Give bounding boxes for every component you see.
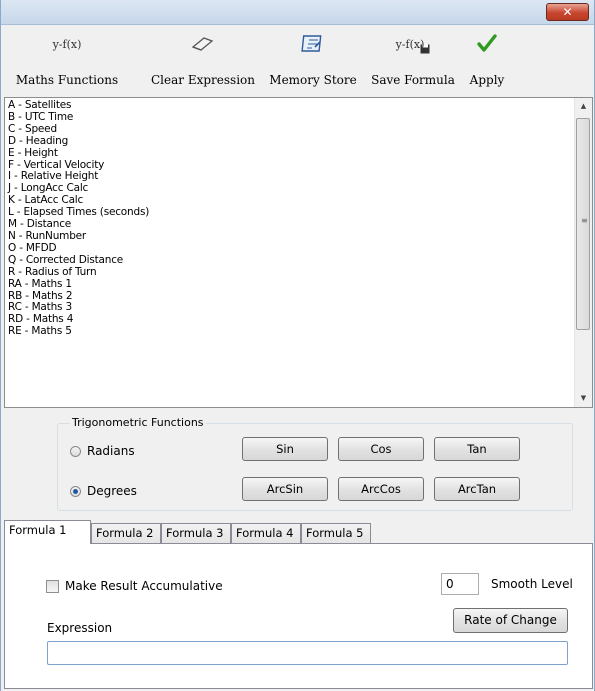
tab-formula-1[interactable]: Formula 1 (4, 520, 91, 544)
list-item[interactable]: C - Speed (8, 123, 149, 136)
tab-formula-5[interactable]: Formula 5 (301, 523, 371, 543)
smooth-level-label: Smooth Level (491, 577, 573, 591)
cos-button[interactable]: Cos (338, 437, 424, 461)
channel-list-items: A - Satellites B - UTC Time C - Speed D - H… (8, 99, 149, 338)
scroll-up-arrow-icon[interactable]: ▲ (575, 98, 592, 115)
scroll-thumb[interactable]: ≡ (576, 118, 590, 330)
clear-expression-label: Clear Expression (151, 73, 255, 87)
radians-label: Radians (87, 444, 135, 458)
save-formula-button[interactable]: y-f(x) Save Formula (367, 30, 459, 94)
smooth-level-input[interactable]: 0 (441, 573, 479, 595)
arcsin-button[interactable]: ArcSin (242, 477, 328, 501)
formula-tabs: Formula 1 Formula 2 Formula 3 Formula 4 … (1, 519, 594, 544)
close-icon: ✕ (562, 5, 573, 19)
expression-label: Expression (47, 621, 113, 635)
maths-functions-label: Maths Functions (15, 73, 119, 87)
fx-icon: y-f(x) (52, 37, 82, 51)
close-button[interactable]: ✕ (546, 3, 589, 21)
list-item[interactable]: E - Height (8, 147, 149, 160)
scroll-down-arrow-icon[interactable]: ▼ (575, 390, 592, 407)
tab-formula-3[interactable]: Formula 3 (161, 523, 231, 543)
tan-button[interactable]: Tan (434, 437, 520, 461)
sin-button[interactable]: Sin (242, 437, 328, 461)
list-item[interactable]: R - Radius of Turn (8, 266, 149, 279)
memory-store-label: Memory Store (269, 73, 357, 87)
degrees-option[interactable]: Degrees (70, 484, 137, 498)
channel-list[interactable]: A - Satellites B - UTC Time C - Speed D - H… (4, 97, 593, 408)
expression-input[interactable] (47, 641, 568, 665)
save-formula-label: Save Formula (371, 73, 455, 87)
trigonometric-functions-group: Trigonometric Functions Radians Degrees … (57, 416, 573, 511)
list-item[interactable]: D - Heading (8, 135, 149, 148)
list-item[interactable]: O - MFDD (8, 242, 149, 255)
arctan-button[interactable]: ArcTan (434, 477, 520, 501)
memory-store-button[interactable]: Memory Store (263, 30, 363, 94)
maths-functions-button[interactable]: y-f(x) Maths Functions (3, 30, 131, 94)
accumulative-option[interactable]: Make Result Accumulative (46, 579, 223, 593)
list-item[interactable]: Q - Corrected Distance (8, 254, 149, 267)
grip-icon: ≡ (581, 216, 588, 225)
save-fx-icon: y-f(x) (395, 37, 425, 51)
list-item[interactable]: RE - Maths 5 (8, 325, 149, 338)
tab-formula-2[interactable]: Formula 2 (91, 523, 161, 543)
vertical-scrollbar[interactable]: ▲ ≡ ▼ (574, 98, 592, 407)
list-item[interactable]: RA - Maths 1 (8, 278, 149, 291)
degrees-label: Degrees (87, 484, 137, 498)
degrees-radio[interactable] (70, 485, 81, 497)
memory-icon (301, 35, 322, 52)
rate-of-change-button[interactable]: Rate of Change (453, 608, 568, 633)
apply-label: Apply (469, 73, 505, 87)
checkmark-icon (477, 34, 497, 52)
trig-group-title: Trigonometric Functions (70, 416, 206, 429)
accumulative-checkbox[interactable] (46, 579, 59, 593)
arccos-button[interactable]: ArcCos (338, 477, 424, 501)
tab-formula-4[interactable]: Formula 4 (231, 523, 301, 543)
radians-radio[interactable] (70, 445, 81, 457)
eraser-icon (191, 37, 214, 51)
formula-editor-window: ✕ y-f(x) Maths Functions Clear Expressio… (0, 0, 595, 691)
clear-expression-button[interactable]: Clear Expression (143, 30, 263, 94)
accumulative-label: Make Result Accumulative (65, 579, 223, 593)
title-bar[interactable]: ✕ (1, 0, 594, 25)
apply-button[interactable]: Apply (464, 30, 510, 94)
radians-option[interactable]: Radians (70, 444, 135, 458)
toolbar: y-f(x) Maths Functions Clear Expression … (1, 25, 594, 97)
